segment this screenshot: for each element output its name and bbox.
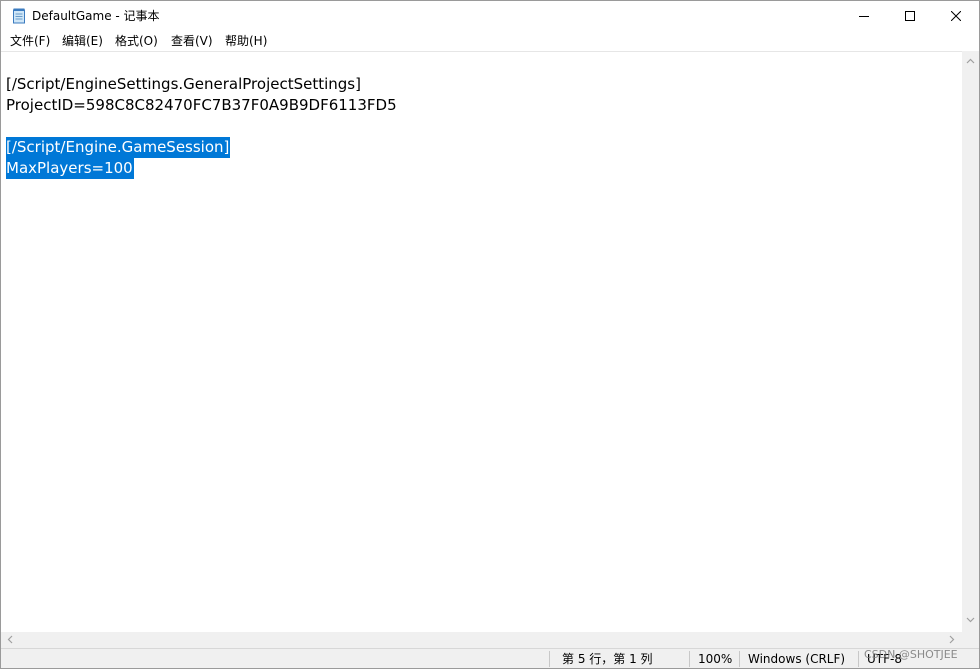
window-title: DefaultGame - 记事本 xyxy=(32,9,160,23)
editor-line-2[interactable]: ProjectID=598C8C82470FC7B37F0A9B9DF6113F… xyxy=(6,95,397,116)
status-bar: 第 5 行，第 1 列 100% Windows (CRLF) UTF-8 xyxy=(1,648,979,668)
editor-line-1[interactable]: [/Script/EngineSettings.GeneralProjectSe… xyxy=(6,74,361,95)
scroll-right-arrow-icon[interactable] xyxy=(949,635,955,644)
scroll-up-arrow-icon[interactable] xyxy=(966,58,975,64)
menu-file[interactable]: 文件(F) xyxy=(10,34,50,48)
close-icon xyxy=(951,11,961,21)
status-separator xyxy=(858,651,859,667)
menu-help[interactable]: 帮助(H) xyxy=(225,34,267,48)
minimize-icon xyxy=(859,16,869,17)
watermark: CSDN @SHOTJEE xyxy=(864,648,958,661)
editor-line-4-selected[interactable]: [/Script/Engine.GameSession] xyxy=(6,137,231,158)
zoom-level: 100% xyxy=(698,652,733,666)
scrollbar-corner xyxy=(962,632,979,648)
menu-format[interactable]: 格式(O) xyxy=(115,34,158,48)
notepad-window: DefaultGame - 记事本 文件(F) 编辑(E) 格式(O) 查看(V… xyxy=(0,0,980,669)
status-separator xyxy=(739,651,740,667)
editor-line-5-selected[interactable]: MaxPlayers=100 xyxy=(6,158,134,179)
minimize-button[interactable] xyxy=(841,1,887,31)
vertical-scrollbar[interactable] xyxy=(962,51,979,632)
notepad-icon xyxy=(13,8,25,24)
title-bar[interactable]: DefaultGame - 记事本 xyxy=(1,1,979,31)
scroll-down-arrow-icon[interactable] xyxy=(966,617,975,623)
horizontal-scrollbar[interactable] xyxy=(1,632,962,648)
text-editor[interactable]: [/Script/EngineSettings.GeneralProjectSe… xyxy=(1,51,962,633)
menu-edit[interactable]: 编辑(E) xyxy=(62,34,103,48)
cursor-position: 第 5 行，第 1 列 xyxy=(562,652,653,666)
scroll-left-arrow-icon[interactable] xyxy=(7,635,13,644)
status-separator xyxy=(549,651,550,667)
menu-view[interactable]: 查看(V) xyxy=(171,34,213,48)
menu-bar: 文件(F) 编辑(E) 格式(O) 查看(V) 帮助(H) xyxy=(1,31,979,51)
maximize-button[interactable] xyxy=(887,1,933,31)
maximize-icon xyxy=(905,11,915,21)
status-separator xyxy=(689,651,690,667)
line-ending: Windows (CRLF) xyxy=(748,652,846,666)
close-button[interactable] xyxy=(933,1,979,31)
